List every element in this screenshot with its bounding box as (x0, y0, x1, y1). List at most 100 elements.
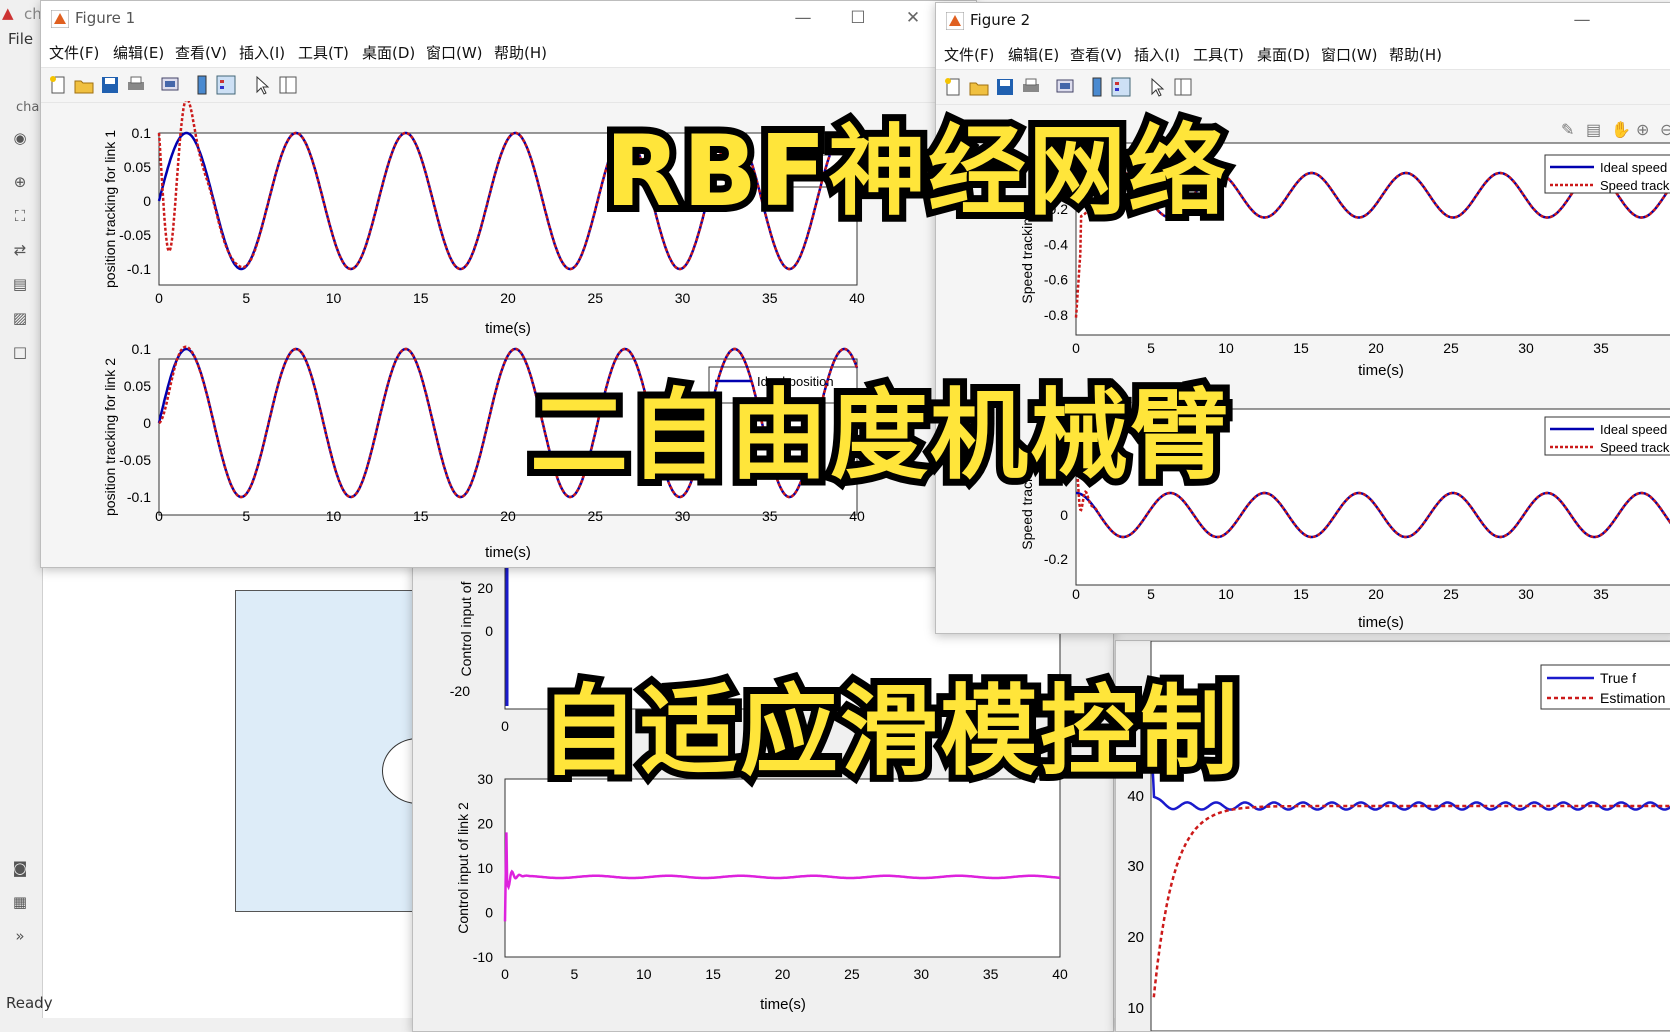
save-icon[interactable] (99, 74, 121, 96)
f2-top-xtick: 20 (1368, 340, 1384, 356)
f3-bottom-xtick: 25 (844, 966, 860, 982)
f2-bottom-ytick: 0 (1060, 507, 1068, 523)
f3-bottom-ytick: 10 (477, 860, 493, 876)
f3-bottom-xtick: 20 (775, 966, 791, 982)
open-icon[interactable] (73, 74, 95, 96)
f1-bottom-xtick: 25 (587, 508, 603, 524)
menu-desktop[interactable]: 桌面(D) (362, 42, 415, 63)
menu-file[interactable]: 文件(F) (49, 42, 99, 63)
layers-icon[interactable]: ▦ (10, 892, 30, 912)
zoom-icon[interactable]: ⊕ (10, 172, 30, 192)
f1-top-xtick: 5 (242, 290, 250, 306)
figure2-title: Figure 2 (970, 11, 1031, 29)
file-menu[interactable]: File (8, 30, 33, 48)
pan-icon: ✋ (1611, 120, 1631, 139)
f3-top-ytick: -20 (450, 683, 470, 699)
f3-bottom-xtick: 10 (636, 966, 652, 982)
f3-bottom-ylabel: Control input of link 2 (455, 802, 471, 934)
back-icon[interactable]: ◉ (10, 128, 30, 148)
menu-tools[interactable]: 工具(T) (298, 42, 349, 63)
f2-bottom-xtick: 20 (1368, 586, 1384, 602)
f3-top-ytick: 0 (485, 623, 493, 639)
legend-icon[interactable] (215, 74, 237, 96)
f1-bottom-ytick: 0 (143, 415, 151, 431)
f2-bottom-xtick: 5 (1147, 586, 1155, 602)
zoom-in-icon: ⊕ (1636, 122, 1649, 139)
f3-bottom-ytick: -10 (473, 949, 493, 965)
menu-tools[interactable]: 工具(T) (1193, 44, 1244, 65)
f3-bottom-xtick: 15 (705, 966, 721, 982)
print-icon[interactable] (125, 74, 147, 96)
brush-icon: ✎ (1561, 122, 1574, 139)
f1-bottom-xtick: 0 (155, 508, 163, 524)
f2-bottom-xtick: 25 (1443, 586, 1459, 602)
image-icon[interactable]: ▨ (10, 308, 30, 328)
menu-window[interactable]: 窗口(W) (1321, 44, 1378, 65)
menu-help[interactable]: 帮助(H) (1389, 44, 1442, 65)
f3-top-ytick: 20 (477, 580, 493, 596)
menu-edit[interactable]: 编辑(E) (1008, 44, 1059, 65)
f2-top-ytick: -0.6 (1044, 272, 1068, 288)
f1-bottom-xtick: 30 (675, 508, 691, 524)
f3-bottom-axes (504, 778, 1061, 958)
menu-desktop[interactable]: 桌面(D) (1257, 44, 1310, 65)
minimize-button[interactable]: — (1560, 7, 1604, 33)
menu-insert[interactable]: 插入(I) (1134, 44, 1180, 65)
f1-top-xtick: 40 (849, 290, 865, 306)
menu-file[interactable]: 文件(F) (944, 44, 994, 65)
menu-help[interactable]: 帮助(H) (494, 42, 547, 63)
f3-bottom-xtick: 40 (1052, 966, 1068, 982)
f1-bottom-xlabel: time(s) (485, 544, 531, 561)
link-icon[interactable] (159, 74, 181, 96)
menu-view[interactable]: 查看(V) (175, 42, 227, 63)
f2-bottom-xtick: 30 (1518, 586, 1534, 602)
figure1-menubar: 文件(F) 编辑(E) 查看(V) 插入(I) 工具(T) 桌面(D) 窗口(W… (41, 35, 976, 67)
matlab-icon: ▲ (2, 4, 14, 22)
overlay-title-line1: RBF神经网络 (598, 108, 1233, 236)
maximize-button[interactable]: ☐ (836, 5, 880, 31)
f1-bottom-xtick: 40 (849, 508, 865, 524)
f2-top-xtick: 25 (1443, 340, 1459, 356)
menu-edit[interactable]: 编辑(E) (113, 42, 164, 63)
expand-icon[interactable]: » (10, 926, 30, 946)
f2-top-xlabel: time(s) (1358, 362, 1404, 379)
f2-bottom-legend-ideal: Ideal speed (1600, 422, 1667, 437)
camera-icon[interactable]: ◙ (10, 858, 30, 878)
box-icon[interactable]: □ (10, 342, 30, 362)
new-figure-icon[interactable] (47, 74, 69, 96)
f3-bottom-yticks: 30 20 10 0 -10 (473, 771, 493, 965)
f2-top-xtick: 15 (1293, 340, 1309, 356)
f3-bottom-xticks: 0 5 10 15 20 25 30 35 40 (501, 966, 1068, 982)
f3-bottom-ytick: 0 (485, 905, 493, 921)
f2-top-legend-track: Speed track (1600, 178, 1670, 193)
f1-top-ylabel: position tracking for link 1 (102, 130, 118, 288)
fit-icon[interactable]: ⛶ (10, 206, 30, 226)
minimize-button[interactable]: — (781, 5, 825, 31)
zoom-out-icon: ⊖ (1660, 122, 1670, 139)
pointer-icon[interactable] (251, 74, 273, 96)
f2-bottom-xtick: 15 (1293, 586, 1309, 602)
f1-bottom-xtick: 35 (762, 508, 778, 524)
menu-insert[interactable]: 插入(I) (239, 42, 285, 63)
f3-bottom-ytick: 30 (477, 771, 493, 787)
close-button[interactable]: ✕ (891, 5, 935, 31)
property-icon[interactable] (277, 74, 299, 96)
figure1-titlebar[interactable]: Figure 1 — ☐ ✕ (41, 1, 976, 35)
f1-top-xtick: 10 (326, 290, 342, 306)
menu-view[interactable]: 查看(V) (1070, 44, 1122, 65)
f1-top-xtick: 30 (675, 290, 691, 306)
arrows-icon[interactable]: ⇄ (10, 240, 30, 260)
f1-top-xlabel: time(s) (485, 320, 531, 337)
f2-bottom-xlabel: time(s) (1358, 614, 1404, 631)
f1-bottom-xtick: 20 (500, 508, 516, 524)
colorbar-icon[interactable] (191, 74, 213, 96)
f1-top-xtick: 15 (413, 290, 429, 306)
figure2-titlebar[interactable]: Figure 2 — (936, 3, 1670, 37)
f3-bottom-ytick: 20 (477, 816, 493, 832)
overlay-title-line3: 自适应滑模控制 (533, 668, 1245, 796)
menu-window[interactable]: 窗口(W) (426, 42, 483, 63)
text-icon[interactable]: ▤ (10, 274, 30, 294)
matlab-icon (51, 10, 69, 28)
f1-bottom-xtick: 10 (326, 508, 342, 524)
f1-bottom-ylabel: position tracking for link 2 (102, 358, 118, 516)
